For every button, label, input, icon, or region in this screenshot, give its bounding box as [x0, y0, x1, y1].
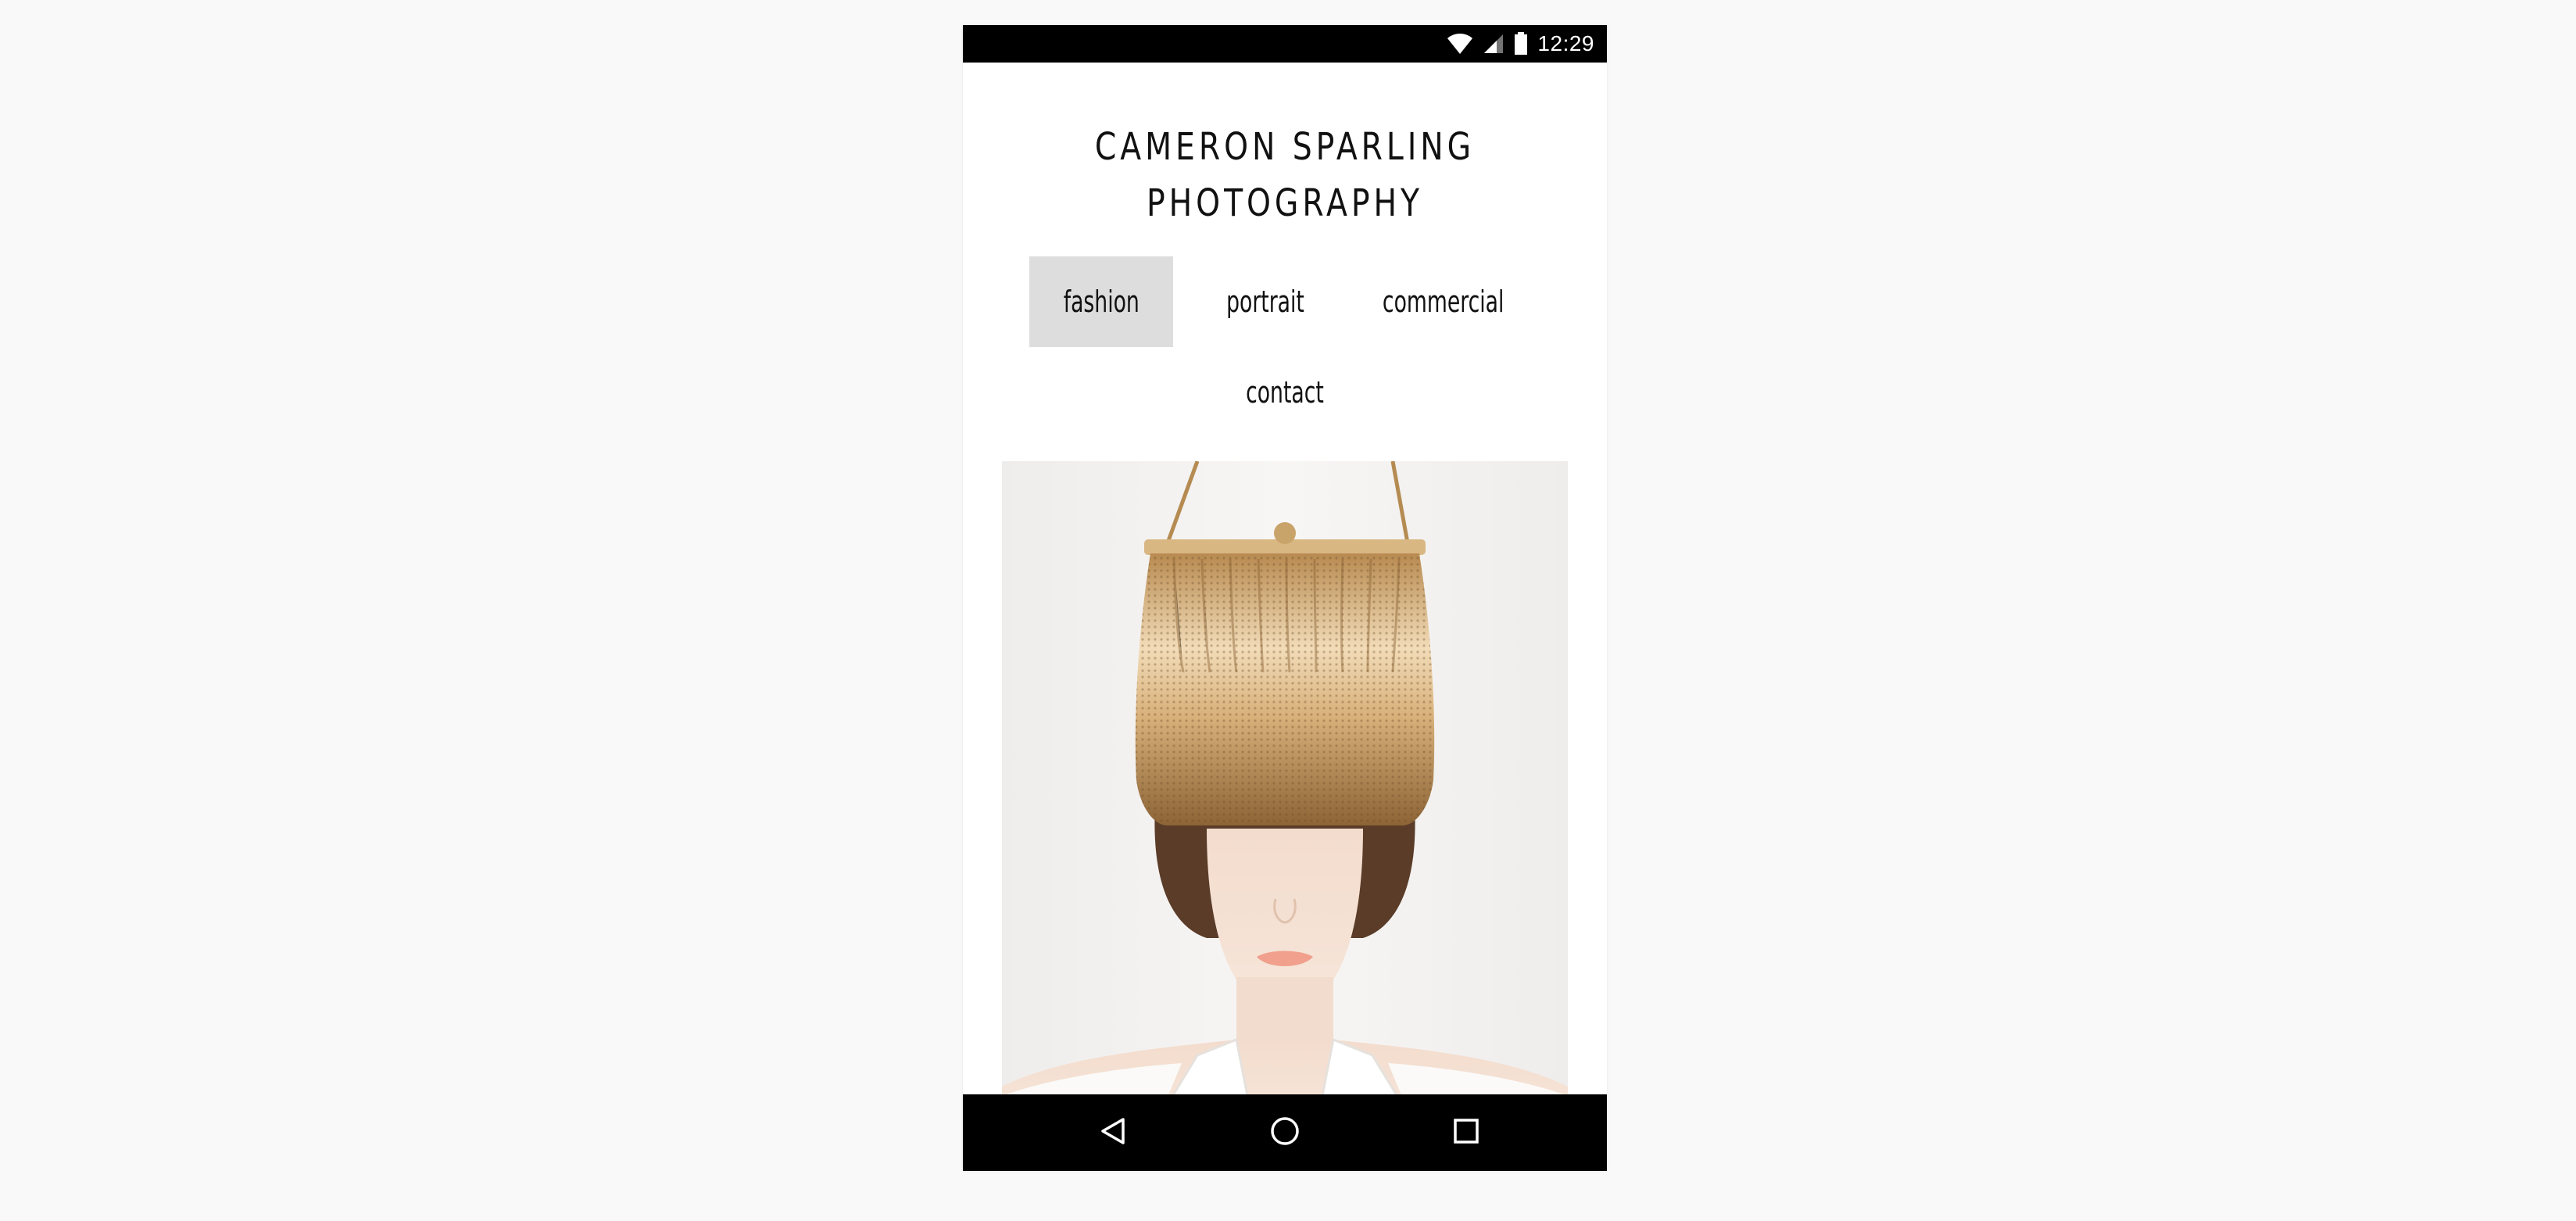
nav-item-contact-label: contact	[1246, 375, 1324, 410]
home-icon	[1269, 1115, 1301, 1151]
wifi-icon	[1447, 32, 1473, 56]
main-nav-row-1: fashion portrait commercial	[963, 256, 1607, 347]
recents-icon	[1453, 1118, 1479, 1148]
nav-item-commercial-label: commercial	[1383, 285, 1504, 319]
battery-icon	[1514, 32, 1528, 56]
status-icons: 12:29	[1447, 25, 1594, 63]
back-icon	[1100, 1117, 1126, 1149]
web-page: CAMERON SPARLING PHOTOGRAPHY fashion por…	[963, 63, 1607, 1119]
home-button[interactable]	[1238, 1094, 1332, 1171]
site-title-line-1: CAMERON SPARLING	[1094, 125, 1476, 169]
fashion-photo[interactable]	[1002, 461, 1568, 1119]
site-title-line-2: PHOTOGRAPHY	[1146, 181, 1424, 225]
main-nav-row-2: contact	[963, 347, 1607, 438]
nav-item-portrait-label: portrait	[1226, 285, 1304, 319]
nav-item-fashion[interactable]: fashion	[1029, 256, 1173, 347]
phone-screen: 12:29 CAMERON SPARLING PHOTOGRAPHY fashi…	[963, 25, 1607, 1171]
fashion-photo-image	[1002, 461, 1568, 1119]
back-button[interactable]	[1066, 1094, 1160, 1171]
nav-item-portrait[interactable]: portrait	[1184, 256, 1347, 347]
nav-item-contact[interactable]: contact	[1204, 347, 1366, 438]
recents-button[interactable]	[1419, 1094, 1513, 1171]
nav-item-fashion-label: fashion	[1063, 285, 1140, 319]
system-navigation-bar	[963, 1094, 1607, 1171]
nav-item-commercial[interactable]: commercial	[1347, 256, 1540, 347]
site-title[interactable]: CAMERON SPARLING PHOTOGRAPHY	[1021, 119, 1549, 231]
clock-time: 12:29	[1537, 31, 1594, 56]
status-bar: 12:29	[963, 25, 1607, 63]
cell-signal-icon	[1483, 33, 1504, 55]
